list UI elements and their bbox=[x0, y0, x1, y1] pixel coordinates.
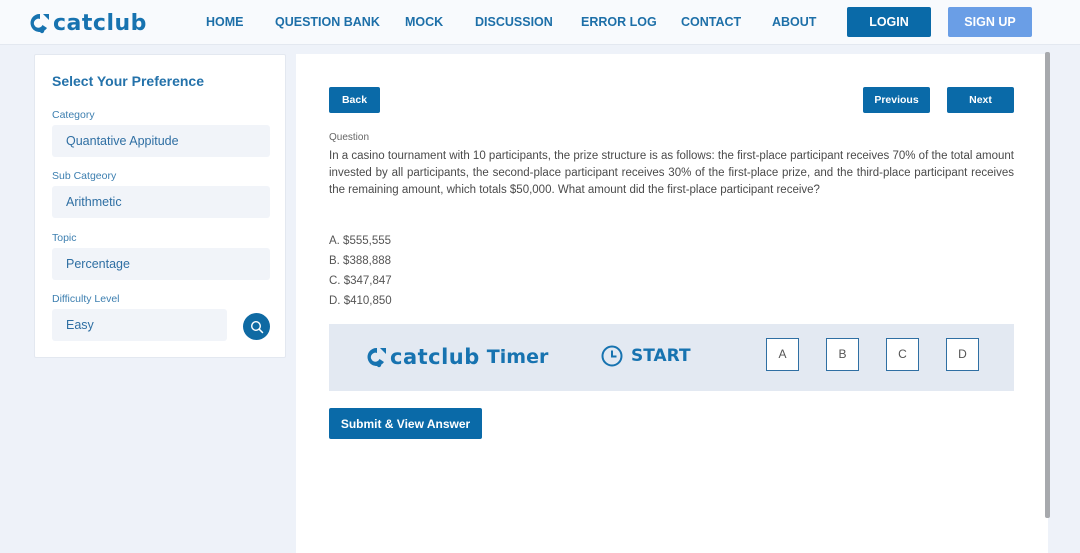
submit-view-answer-button[interactable]: Submit & View Answer bbox=[329, 408, 482, 439]
question-label: Question bbox=[329, 132, 370, 143]
options-list: A. $555,555 B. $388,888 C. $347,847 D. $… bbox=[329, 231, 392, 311]
signup-button[interactable]: SIGN UP bbox=[948, 7, 1032, 37]
timer-bar: catclub Timer START A B C D bbox=[329, 324, 1014, 391]
vertical-scrollbar[interactable] bbox=[1045, 52, 1050, 518]
logo-text: catclub bbox=[53, 10, 147, 36]
next-button[interactable]: Next bbox=[947, 87, 1014, 113]
answer-choice-a[interactable]: A bbox=[766, 338, 799, 371]
nav-home[interactable]: HOME bbox=[206, 15, 244, 29]
clock-icon bbox=[601, 345, 623, 367]
search-button[interactable] bbox=[243, 313, 270, 340]
question-panel: Back Previous Next Question In a casino … bbox=[296, 54, 1048, 553]
topic-select[interactable]: Percentage bbox=[52, 248, 270, 280]
start-label: START bbox=[631, 346, 691, 366]
nav-discussion[interactable]: DISCUSSION bbox=[475, 15, 553, 29]
nav-mock[interactable]: MOCK bbox=[405, 15, 443, 29]
answer-choice-c[interactable]: C bbox=[886, 338, 919, 371]
difficulty-label: Difficulty Level bbox=[52, 293, 120, 305]
option-d[interactable]: D. $410,850 bbox=[329, 291, 392, 311]
question-text: In a casino tournament with 10 participa… bbox=[329, 150, 1014, 196]
search-icon bbox=[250, 320, 263, 333]
nav-question-bank[interactable]: QUESTION BANK bbox=[275, 15, 380, 29]
back-button[interactable]: Back bbox=[329, 87, 380, 113]
previous-button[interactable]: Previous bbox=[863, 87, 930, 113]
preference-title: Select Your Preference bbox=[52, 73, 205, 89]
answer-choice-b[interactable]: B bbox=[826, 338, 859, 371]
option-a[interactable]: A. $555,555 bbox=[329, 231, 392, 251]
nav-about[interactable]: ABOUT bbox=[772, 15, 816, 29]
category-label: Category bbox=[52, 109, 95, 121]
preference-panel: Select Your Preference Category Quantati… bbox=[34, 54, 286, 358]
catclub-logo-icon bbox=[30, 13, 49, 34]
timer-title: Timer bbox=[486, 346, 549, 368]
timer-logo-text: catclub bbox=[390, 345, 480, 369]
option-c[interactable]: C. $347,847 bbox=[329, 271, 392, 291]
nav-contact[interactable]: CONTACT bbox=[681, 15, 741, 29]
sub-category-label: Sub Catgeory bbox=[52, 170, 117, 182]
catclub-logo[interactable]: catclub bbox=[27, 9, 147, 37]
sub-category-select[interactable]: Arithmetic bbox=[52, 186, 270, 218]
timer-start-button[interactable]: START bbox=[601, 345, 691, 367]
option-b[interactable]: B. $388,888 bbox=[329, 251, 392, 271]
topic-label: Topic bbox=[52, 232, 77, 244]
nav-error-log[interactable]: ERROR LOG bbox=[581, 15, 657, 29]
answer-choice-d[interactable]: D bbox=[946, 338, 979, 371]
catclub-logo-icon bbox=[367, 347, 386, 368]
top-navbar: catclub HOME QUESTION BANK MOCK DISCUSSI… bbox=[0, 0, 1080, 45]
difficulty-select[interactable]: Easy bbox=[52, 309, 227, 341]
timer-logo: catclub Timer bbox=[364, 345, 548, 369]
category-select[interactable]: Quantative Appitude bbox=[52, 125, 270, 157]
login-button[interactable]: LOGIN bbox=[847, 7, 931, 37]
